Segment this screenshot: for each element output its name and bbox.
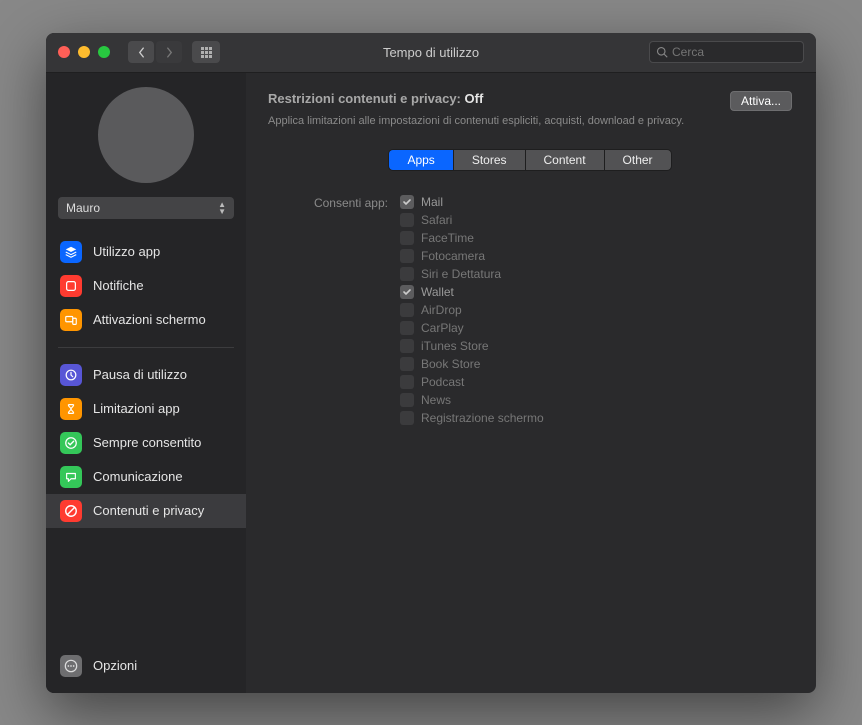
allow-apps-list: Mail Safari FaceTime Fotocamera Siri e Detta… — [400, 195, 544, 425]
app-label: Fotocamera — [421, 249, 485, 263]
checkbox[interactable] — [400, 375, 414, 389]
sidebar-item-label: Utilizzo app — [93, 244, 160, 259]
device-icon — [60, 309, 82, 331]
bell-icon — [60, 275, 82, 297]
checkbox[interactable] — [400, 231, 414, 245]
tab-content[interactable]: Content — [526, 150, 605, 170]
user-select-label: Mauro — [66, 201, 100, 215]
app-label: Wallet — [421, 285, 454, 299]
check-icon — [60, 432, 82, 454]
app-label: Siri e Dettatura — [421, 267, 501, 281]
ellipsis-icon — [60, 655, 82, 677]
app-label: Registrazione schermo — [421, 411, 544, 425]
app-label: Book Store — [421, 357, 480, 371]
tab-stores[interactable]: Stores — [454, 150, 526, 170]
sidebar-item-label: Contenuti e privacy — [93, 503, 204, 518]
titlebar: Tempo di utilizzo — [46, 33, 816, 73]
app-row-mail: Mail — [400, 195, 544, 209]
show-all-button[interactable] — [192, 41, 220, 63]
layers-icon — [60, 241, 82, 263]
app-row-registrazione-schermo: Registrazione schermo — [400, 411, 544, 425]
checkbox[interactable] — [400, 285, 414, 299]
chevron-updown-icon: ▲▼ — [218, 201, 226, 215]
checkbox[interactable] — [400, 267, 414, 281]
app-row-airdrop: AirDrop — [400, 303, 544, 317]
segmented-control: AppsStoresContentOther — [388, 149, 671, 171]
app-row-wallet: Wallet — [400, 285, 544, 299]
search-input[interactable] — [672, 45, 797, 59]
page-title: Restrizioni contenuti e privacy: Off — [268, 91, 483, 106]
window-title: Tempo di utilizzo — [383, 45, 479, 60]
app-row-carplay: CarPlay — [400, 321, 544, 335]
checkbox[interactable] — [400, 411, 414, 425]
sidebar-item-label: Limitazioni app — [93, 401, 180, 416]
app-label: CarPlay — [421, 321, 464, 335]
preferences-window: Tempo di utilizzo Mauro ▲▼ Utilizzo app N… — [46, 33, 816, 693]
checkbox[interactable] — [400, 249, 414, 263]
content-pane: Restrizioni contenuti e privacy: Off Att… — [246, 73, 816, 693]
page-subtitle: Applica limitazioni alle impostazioni di… — [268, 115, 792, 127]
back-button[interactable] — [128, 41, 154, 63]
minimize-icon[interactable] — [78, 46, 90, 58]
sidebar: Mauro ▲▼ Utilizzo app Notifiche Attivazion… — [46, 73, 246, 693]
sidebar-item-label: Opzioni — [93, 658, 137, 673]
app-row-news: News — [400, 393, 544, 407]
forward-button[interactable] — [156, 41, 182, 63]
user-select[interactable]: Mauro ▲▼ — [58, 197, 234, 219]
app-row-fotocamera: Fotocamera — [400, 249, 544, 263]
sidebar-item-label: Notifiche — [93, 278, 144, 293]
app-label: News — [421, 393, 451, 407]
allow-apps-label: Consenti app: — [268, 195, 388, 425]
avatar — [98, 87, 194, 183]
checkbox[interactable] — [400, 213, 414, 227]
app-row-itunes-store: iTunes Store — [400, 339, 544, 353]
app-row-safari: Safari — [400, 213, 544, 227]
app-row-podcast: Podcast — [400, 375, 544, 389]
checkbox[interactable] — [400, 321, 414, 335]
checkbox[interactable] — [400, 357, 414, 371]
search-field[interactable] — [649, 41, 804, 63]
search-icon — [656, 46, 668, 58]
sidebar-item-comunicazione[interactable]: Comunicazione — [46, 460, 246, 494]
sidebar-item-limitazioni-app[interactable]: Limitazioni app — [46, 392, 246, 426]
sidebar-item-pausa-di-utilizzo[interactable]: Pausa di utilizzo — [46, 358, 246, 392]
hourglass-icon — [60, 398, 82, 420]
checkbox[interactable] — [400, 339, 414, 353]
app-label: Safari — [421, 213, 452, 227]
app-label: Mail — [421, 195, 443, 209]
checkbox[interactable] — [400, 393, 414, 407]
sidebar-item-label: Comunicazione — [93, 469, 183, 484]
tab-apps[interactable]: Apps — [389, 150, 453, 170]
sidebar-item-contenuti-e-privacy[interactable]: Contenuti e privacy — [46, 494, 246, 528]
app-label: Podcast — [421, 375, 464, 389]
stop-icon — [60, 500, 82, 522]
checkbox[interactable] — [400, 195, 414, 209]
nav-buttons — [128, 41, 182, 63]
chat-icon — [60, 466, 82, 488]
app-row-facetime: FaceTime — [400, 231, 544, 245]
sidebar-item-options[interactable]: Opzioni — [46, 649, 246, 683]
sidebar-item-label: Pausa di utilizzo — [93, 367, 187, 382]
clock-icon — [60, 364, 82, 386]
app-row-siri-e-dettatura: Siri e Dettatura — [400, 267, 544, 281]
traffic-lights — [58, 46, 110, 58]
sidebar-item-sempre-consentito[interactable]: Sempre consentito — [46, 426, 246, 460]
app-label: AirDrop — [421, 303, 462, 317]
maximize-icon[interactable] — [98, 46, 110, 58]
app-label: FaceTime — [421, 231, 474, 245]
sidebar-item-utilizzo-app[interactable]: Utilizzo app — [46, 235, 246, 269]
checkbox[interactable] — [400, 303, 414, 317]
grid-icon — [201, 47, 212, 58]
app-row-book-store: Book Store — [400, 357, 544, 371]
sidebar-item-attivazioni-schermo[interactable]: Attivazioni schermo — [46, 303, 246, 337]
app-label: iTunes Store — [421, 339, 489, 353]
sidebar-item-label: Sempre consentito — [93, 435, 201, 450]
tab-other[interactable]: Other — [605, 150, 671, 170]
sidebar-item-label: Attivazioni schermo — [93, 312, 206, 327]
divider — [58, 347, 234, 348]
activate-button[interactable]: Attiva... — [730, 91, 792, 111]
sidebar-item-notifiche[interactable]: Notifiche — [46, 269, 246, 303]
close-icon[interactable] — [58, 46, 70, 58]
